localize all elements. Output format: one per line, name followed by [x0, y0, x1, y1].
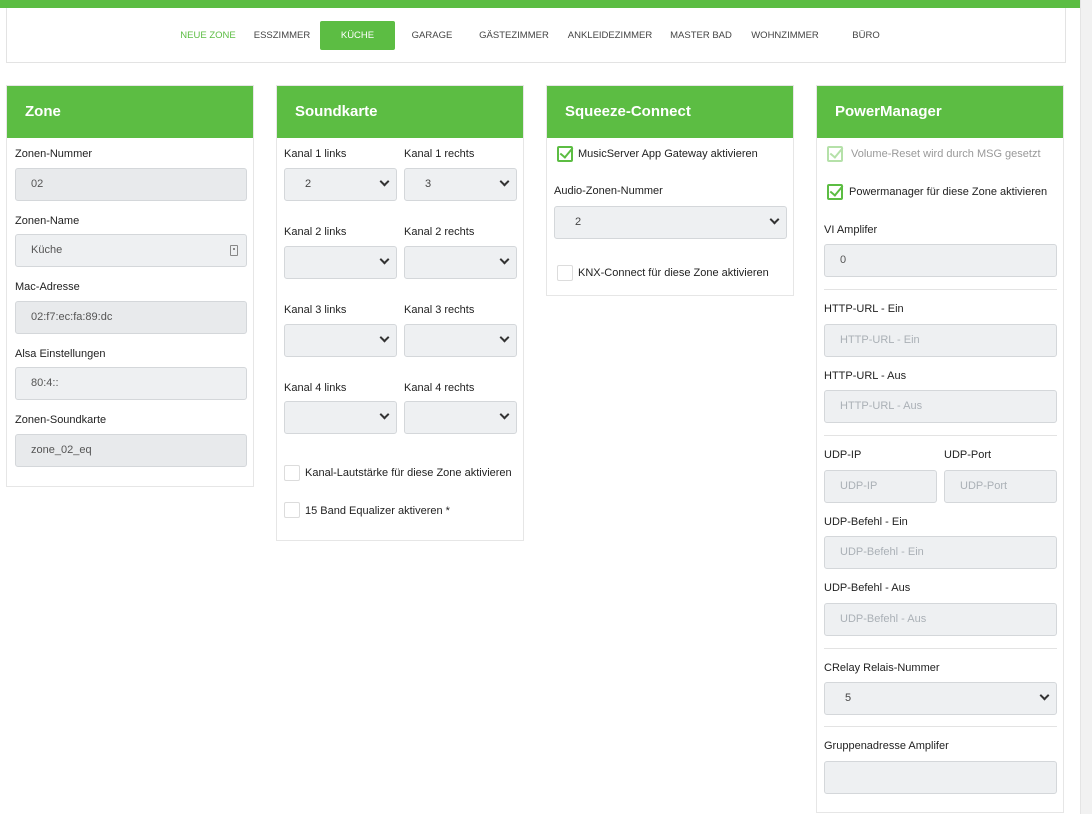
- kanal-4-rechts-label: Kanal 4 rechts: [404, 382, 475, 394]
- volume-reset-checkbox[interactable]: [827, 146, 843, 162]
- zone-panel-title: Zone: [7, 86, 253, 138]
- chevron-down-icon: [499, 176, 510, 187]
- udp-befehl-ein-field[interactable]: UDP-Befehl - Ein: [824, 536, 1057, 569]
- top-accent-bar: [0, 0, 1080, 8]
- chevron-down-icon: [379, 254, 390, 265]
- http-url-ein-field[interactable]: HTTP-URL - Ein: [824, 324, 1057, 357]
- audio-zonen-nummer-value: 2: [575, 216, 582, 228]
- volume-reset-label: Volume-Reset wird durch MSG gesetzt: [851, 148, 1041, 160]
- divider: [824, 435, 1057, 436]
- udp-ip-field[interactable]: UDP-IP: [824, 470, 937, 503]
- tab-neue-zone[interactable]: NEUE ZONE: [175, 21, 241, 50]
- http-url-ein-label: HTTP-URL - Ein: [824, 303, 904, 315]
- crelay-relais-nummer-select[interactable]: 5: [824, 682, 1057, 715]
- kanal-2-links-label: Kanal 2 links: [284, 226, 347, 238]
- kanal-1-rechts-label: Kanal 1 rechts: [404, 148, 475, 160]
- kanal-2-links-select[interactable]: [284, 246, 397, 279]
- zonen-soundkarte-label: Zonen-Soundkarte: [15, 414, 107, 426]
- vi-amplifer-label: VI Amplifer: [824, 224, 878, 236]
- powermanager-panel-title: PowerManager: [817, 86, 1063, 138]
- zonen-nummer-label: Zonen-Nummer: [15, 148, 93, 160]
- alsa-einstellungen-label: Alsa Einstellungen: [15, 348, 106, 360]
- kanal-2-rechts-select[interactable]: [404, 246, 517, 279]
- mac-adresse-label: Mac-Adresse: [15, 281, 80, 293]
- udp-befehl-aus-field[interactable]: UDP-Befehl - Aus: [824, 603, 1057, 636]
- chevron-down-icon: [499, 409, 510, 420]
- kanal-3-links-label: Kanal 3 links: [284, 304, 347, 316]
- soundkarte-panel-title: Soundkarte: [277, 86, 523, 138]
- kanal-4-links-select[interactable]: [284, 401, 397, 434]
- udp-port-field[interactable]: UDP-Port: [944, 470, 1057, 503]
- equalizer-checkbox[interactable]: [284, 502, 300, 518]
- kanal-4-rechts-select[interactable]: [404, 401, 517, 434]
- squeeze-connect-panel: Squeeze-Connect MusicServer App Gateway …: [546, 85, 794, 296]
- tab-kueche[interactable]: KÜCHE: [320, 21, 395, 50]
- kanal-lautstaerke-label: Kanal-Lautstärke für diese Zone aktivier…: [305, 467, 512, 479]
- chevron-down-icon: [379, 176, 390, 187]
- udp-port-label: UDP-Port: [944, 449, 992, 461]
- kanal-lautstaerke-checkbox[interactable]: [284, 465, 300, 481]
- udp-befehl-ein-label: UDP-Befehl - Ein: [824, 516, 908, 528]
- tab-wohnzimmer[interactable]: WOHNZIMMER: [747, 21, 823, 50]
- powermanager-panel: PowerManager Volume-Reset wird durch MSG…: [816, 85, 1064, 813]
- zonen-name-label: Zonen-Name: [15, 215, 80, 227]
- crelay-relais-nummer-value: 5: [845, 692, 852, 704]
- chevron-down-icon: [379, 332, 390, 343]
- gruppenadresse-amplifer-field[interactable]: [824, 761, 1057, 794]
- divider: [824, 726, 1057, 727]
- tab-garage[interactable]: GARAGE: [405, 21, 459, 50]
- http-url-aus-field[interactable]: HTTP-URL - Aus: [824, 390, 1057, 423]
- mac-adresse-field[interactable]: 02:f7:ec:fa:89:dc: [15, 301, 247, 334]
- kanal-1-links-select[interactable]: 2: [284, 168, 397, 201]
- tab-esszimmer[interactable]: ESSZIMMER: [251, 21, 313, 50]
- gateway-checkbox[interactable]: [557, 146, 573, 162]
- zone-panel: Zone Zonen-Nummer 02 Zonen-Name Küche Ma…: [6, 85, 254, 487]
- zonen-soundkarte-field[interactable]: zone_02_eq: [15, 434, 247, 467]
- udp-ip-label: UDP-IP: [824, 449, 862, 461]
- contact-card-icon: [230, 245, 238, 256]
- http-url-aus-label: HTTP-URL - Aus: [824, 370, 907, 382]
- audio-zonen-nummer-select[interactable]: 2: [554, 206, 787, 239]
- divider: [824, 648, 1057, 649]
- chevron-down-icon: [1039, 690, 1050, 701]
- vi-amplifer-field[interactable]: 0: [824, 244, 1057, 277]
- chevron-down-icon: [499, 254, 510, 265]
- chevron-down-icon: [769, 214, 780, 225]
- kanal-1-links-value: 2: [305, 178, 312, 190]
- tab-gaestezimmer[interactable]: GÄSTEZIMMER: [477, 21, 551, 50]
- tab-ankleidezimmer[interactable]: ANKLEIDEZIMMER: [565, 21, 655, 50]
- kanal-3-rechts-select[interactable]: [404, 324, 517, 357]
- alsa-einstellungen-field[interactable]: 80:4::: [15, 367, 247, 400]
- zonen-name-value: Küche: [31, 244, 63, 256]
- tab-master-bad[interactable]: MASTER BAD: [667, 21, 735, 50]
- kanal-1-links-label: Kanal 1 links: [284, 148, 347, 160]
- tab-buero[interactable]: BÜRO: [843, 21, 889, 50]
- powermanager-label: Powermanager für diese Zone aktivieren: [849, 186, 1048, 198]
- kanal-2-rechts-label: Kanal 2 rechts: [404, 226, 475, 238]
- gateway-label: MusicServer App Gateway aktivieren: [578, 148, 758, 160]
- kanal-4-links-label: Kanal 4 links: [284, 382, 347, 394]
- knx-connect-checkbox[interactable]: [557, 265, 573, 281]
- chevron-down-icon: [499, 332, 510, 343]
- chevron-down-icon: [379, 409, 390, 420]
- divider: [824, 289, 1057, 290]
- crelay-relais-nummer-label: CRelay Relais-Nummer: [824, 662, 940, 674]
- equalizer-label: 15 Band Equalizer aktiveren *: [305, 505, 450, 517]
- udp-befehl-aus-label: UDP-Befehl - Aus: [824, 582, 911, 594]
- knx-connect-label: KNX-Connect für diese Zone aktivieren: [578, 267, 769, 279]
- zone-tabs: NEUE ZONE ESSZIMMER KÜCHE GARAGE GÄSTEZI…: [6, 8, 1066, 63]
- zonen-name-field[interactable]: Küche: [15, 234, 247, 267]
- powermanager-checkbox[interactable]: [827, 184, 843, 200]
- soundkarte-panel: Soundkarte Kanal 1 links Kanal 1 rechts …: [276, 85, 524, 541]
- scrollbar[interactable]: [1080, 0, 1092, 814]
- kanal-1-rechts-select[interactable]: 3: [404, 168, 517, 201]
- kanal-1-rechts-value: 3: [425, 178, 432, 190]
- gruppenadresse-amplifer-label: Gruppenadresse Amplifer: [824, 740, 949, 752]
- audio-zonen-nummer-label: Audio-Zonen-Nummer: [554, 185, 663, 197]
- zonen-nummer-field[interactable]: 02: [15, 168, 247, 201]
- squeeze-connect-panel-title: Squeeze-Connect: [547, 86, 793, 138]
- kanal-3-rechts-label: Kanal 3 rechts: [404, 304, 475, 316]
- kanal-3-links-select[interactable]: [284, 324, 397, 357]
